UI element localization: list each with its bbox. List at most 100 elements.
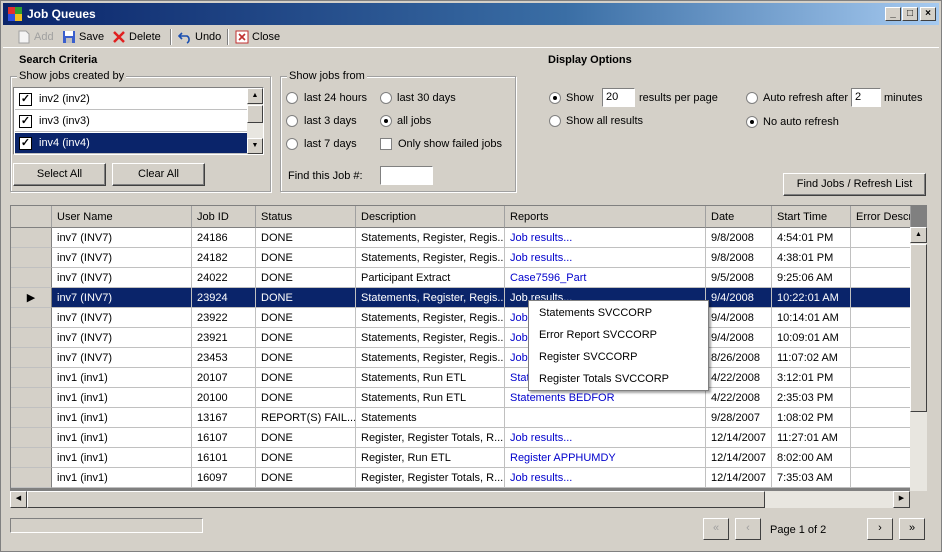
auto-refresh-input[interactable]: 2 (851, 88, 881, 107)
select-all-button[interactable]: Select All (13, 163, 106, 186)
report-link[interactable]: Job (510, 312, 528, 324)
table-row[interactable]: inv1 (inv1) 16097 DONE Register, Register T… (11, 468, 911, 488)
table-row[interactable]: inv1 (inv1) 16107 DONE Register, Register T… (11, 428, 911, 448)
menu-item[interactable]: Register SVCCORP (530, 346, 707, 368)
last-24-hours-radio[interactable] (286, 92, 298, 104)
clear-all-button[interactable]: Clear All (112, 163, 205, 186)
results-per-page-input[interactable]: 20 (602, 88, 635, 107)
auto-refresh-radio[interactable] (746, 92, 758, 104)
delete-button[interactable]: Delete (110, 28, 161, 46)
report-link[interactable]: Job results... (510, 252, 572, 264)
row-header[interactable]: ▶ (11, 288, 52, 308)
scroll-right-icon[interactable]: ▶ (893, 491, 910, 508)
user-checkbox[interactable]: ✓ (19, 137, 32, 150)
reports-cell[interactable]: Job results... (505, 248, 706, 268)
table-row[interactable]: inv7 (INV7) 24022 DONE Participant Extract C… (11, 268, 911, 288)
column-header[interactable]: Status (256, 206, 356, 228)
find-job-input[interactable] (380, 166, 433, 185)
table-row[interactable]: inv1 (inv1) 16101 DONE Register, Run ETL Reg… (11, 448, 911, 468)
report-link[interactable]: Job (510, 352, 528, 364)
reports-cell[interactable]: Case7596_Part (505, 268, 706, 288)
grid-horizontal-scrollbar[interactable]: ◀ ▶ (10, 491, 910, 508)
column-header[interactable]: Description (356, 206, 505, 228)
column-header[interactable]: Error Descri (851, 206, 911, 228)
user-checkbox[interactable]: ✓ (19, 93, 32, 106)
reports-cell[interactable]: Register APPHUMDY (505, 448, 706, 468)
close-button[interactable]: Close (233, 28, 280, 46)
close-window-button[interactable]: × (920, 7, 936, 21)
grid-vertical-scrollbar[interactable]: ▲ (910, 227, 927, 491)
minimize-button[interactable]: _ (885, 7, 901, 21)
table-row[interactable]: inv7 (INV7) 23922 DONE Statements, Register… (11, 308, 911, 328)
report-link[interactable]: Statements BEDFOR (510, 392, 615, 404)
prev-page-button[interactable]: ‹ (735, 518, 761, 540)
row-header[interactable] (11, 388, 52, 408)
user-checkbox[interactable]: ✓ (19, 115, 32, 128)
reports-cell[interactable]: Job results... (505, 468, 706, 488)
all-jobs-radio[interactable] (380, 115, 392, 127)
list-item[interactable]: ✓ inv3 (inv3) (15, 111, 248, 132)
last-3-days-radio[interactable] (286, 115, 298, 127)
row-header[interactable] (11, 408, 52, 428)
maximize-button[interactable]: □ (902, 7, 918, 21)
last-30-days-radio[interactable] (380, 92, 392, 104)
report-link[interactable]: Stat (510, 372, 530, 384)
failed-only-checkbox[interactable] (380, 138, 392, 150)
report-link[interactable]: Job results... (510, 432, 572, 444)
report-link[interactable]: Case7596_Part (510, 272, 586, 284)
table-row[interactable]: inv7 (INV7) 24186 DONE Statements, Register… (11, 228, 911, 248)
table-row[interactable]: inv1 (inv1) 20100 DONE Statements, Run ETL S… (11, 388, 911, 408)
report-link[interactable]: Job (510, 332, 528, 344)
report-link[interactable]: Register APPHUMDY (510, 452, 616, 464)
scroll-thumb[interactable] (27, 491, 765, 508)
reports-cell[interactable] (505, 408, 706, 428)
scroll-up-icon[interactable]: ▲ (247, 88, 263, 104)
column-header[interactable]: Start Time (772, 206, 851, 228)
scroll-thumb[interactable] (910, 244, 927, 412)
menu-item[interactable]: Register Totals SVCCORP (530, 368, 707, 390)
row-header[interactable] (11, 348, 52, 368)
table-row[interactable]: inv1 (inv1) 13167 REPORT(S) FAIL... Stateme… (11, 408, 911, 428)
report-link[interactable]: Job results... (510, 232, 572, 244)
column-header[interactable]: Job ID (192, 206, 256, 228)
row-header[interactable] (11, 428, 52, 448)
users-scrollbar[interactable]: ▲ ▼ (247, 88, 263, 154)
scroll-down-icon[interactable]: ▼ (247, 138, 263, 154)
show-all-radio[interactable] (549, 115, 561, 127)
last-7-days-radio[interactable] (286, 138, 298, 150)
save-button[interactable]: Save (60, 28, 104, 46)
table-row[interactable]: inv7 (INV7) 23453 DONE Statements, Register… (11, 348, 911, 368)
table-row[interactable]: ▶ inv7 (INV7) 23924 DONE Statements, Registe… (11, 288, 911, 308)
row-header[interactable] (11, 308, 52, 328)
row-header[interactable] (11, 368, 52, 388)
next-page-button[interactable]: › (867, 518, 893, 540)
undo-button[interactable]: Undo (176, 28, 221, 46)
no-auto-refresh-radio[interactable] (746, 116, 758, 128)
column-header[interactable]: Reports (505, 206, 706, 228)
reports-cell[interactable]: Job results... (505, 228, 706, 248)
first-page-button[interactable]: « (703, 518, 729, 540)
scroll-up-icon[interactable]: ▲ (910, 227, 927, 243)
last-page-button[interactable]: » (899, 518, 925, 540)
find-jobs-button[interactable]: Find Jobs / Refresh List (783, 173, 926, 196)
column-header[interactable]: Date (706, 206, 772, 228)
menu-item[interactable]: Error Report SVCCORP (530, 324, 707, 346)
row-header[interactable] (11, 248, 52, 268)
list-item[interactable]: ✓ inv4 (inv4) (15, 133, 248, 154)
reports-cell[interactable]: Job results... (505, 428, 706, 448)
show-count-radio[interactable] (549, 92, 561, 104)
row-header[interactable] (11, 468, 52, 488)
users-listbox[interactable]: ✓ inv2 (inv2) ✓ inv3 (inv3) ✓ inv4 (inv4… (13, 87, 264, 155)
row-header[interactable] (11, 228, 52, 248)
list-item[interactable]: ✓ inv2 (inv2) (15, 89, 248, 110)
table-row[interactable]: inv1 (inv1) 20107 DONE Statements, Run ETL S… (11, 368, 911, 388)
scroll-left-icon[interactable]: ◀ (10, 491, 27, 508)
row-header[interactable] (11, 448, 52, 468)
table-row[interactable]: inv7 (INV7) 24182 DONE Statements, Register… (11, 248, 911, 268)
scroll-thumb[interactable] (247, 105, 263, 123)
menu-item[interactable]: Statements SVCCORP (530, 302, 707, 324)
table-row[interactable]: inv7 (INV7) 23921 DONE Statements, Register… (11, 328, 911, 348)
column-header[interactable]: User Name (52, 206, 192, 228)
row-header[interactable] (11, 328, 52, 348)
row-header[interactable] (11, 268, 52, 288)
